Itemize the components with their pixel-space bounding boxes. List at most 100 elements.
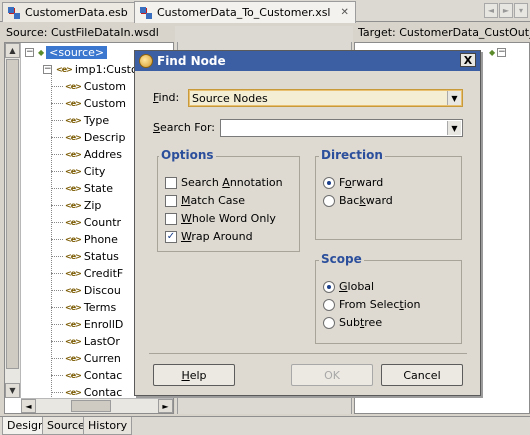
element-icon: <e> [65, 150, 82, 159]
tree-item[interactable]: <e> Custom [51, 95, 126, 112]
tree-item-label: Discou [83, 284, 121, 297]
radio-label: From Selection [339, 298, 421, 311]
tree-child-row[interactable]: − <e> imp1:Custo [43, 61, 138, 78]
collapse-icon[interactable]: − [497, 48, 507, 57]
radio-icon[interactable] [323, 176, 335, 189]
scroll-tabs-left-icon[interactable]: ◄ [484, 3, 498, 18]
tree-item[interactable]: <e> Discou [51, 282, 121, 299]
chevron-down-icon[interactable]: ▼ [447, 121, 461, 135]
scroll-thumb[interactable] [6, 59, 19, 369]
scope-subtree-radio[interactable]: Subtree [323, 316, 382, 329]
tree-item[interactable]: <e> Terms [51, 299, 116, 316]
tree-item[interactable]: <e> Zip [51, 197, 101, 214]
radio-icon[interactable] [323, 280, 335, 293]
checkbox-icon[interactable] [165, 194, 177, 207]
find-label: Find: [153, 91, 180, 104]
target-root-row[interactable]: ◆ − [489, 44, 510, 61]
tree-item-label: EnrollD [83, 318, 124, 331]
scroll-tabs-right-icon[interactable]: ► [499, 3, 513, 18]
ok-button[interactable]: OK [291, 364, 373, 386]
tree-item[interactable]: <e> State [51, 180, 113, 197]
checkbox-icon[interactable] [165, 212, 177, 225]
tree-item[interactable]: <e> Status [51, 248, 119, 265]
radio-label: Backward [339, 194, 393, 207]
option-whole-word-only-checkbox[interactable]: Whole Word Only [165, 212, 276, 225]
tree-item[interactable]: <e> Type [51, 112, 109, 129]
tree-branch-line [51, 273, 63, 274]
tree-item[interactable]: <e> Countr [51, 214, 121, 231]
element-icon: <e> [65, 354, 82, 363]
help-button[interactable]: Help [153, 364, 235, 386]
tab-customerdata-to-customer-xsl[interactable]: CustomerData_To_Customer.xsl ✕ [134, 1, 356, 23]
scroll-down-icon[interactable]: ▼ [5, 383, 20, 398]
find-app-icon [139, 54, 153, 68]
checkbox-icon[interactable] [165, 176, 177, 189]
search-for-input[interactable]: ▼ [220, 119, 463, 137]
tree-item-label: Descrip [83, 131, 126, 144]
scroll-thumb[interactable] [71, 400, 111, 412]
tree-item-label: Zip [83, 199, 102, 212]
tab-history[interactable]: History [83, 417, 133, 435]
checkbox-icon[interactable]: ✓ [165, 230, 177, 243]
tab-close-icon[interactable]: ✕ [341, 7, 349, 18]
tree-branch-line [51, 239, 63, 240]
direction-backward-radio[interactable]: Backward [323, 194, 393, 207]
tree-branch-line [51, 171, 63, 172]
direction-forward-radio[interactable]: Forward [323, 176, 383, 189]
option-wrap-around-checkbox[interactable]: ✓ Wrap Around [165, 230, 253, 243]
tree-item[interactable]: <e> LastOr [51, 333, 120, 350]
scope-global-radio[interactable]: Global [323, 280, 374, 293]
chevron-down-icon[interactable]: ▼ [447, 91, 461, 105]
tree-branch-line [51, 154, 63, 155]
tree-item-label: Custom [83, 80, 126, 93]
element-icon: <e> [65, 82, 82, 91]
source-horizontal-scrollbar[interactable]: ◄ ► [21, 398, 173, 413]
scroll-up-icon[interactable]: ▲ [5, 43, 20, 58]
tree-item[interactable]: <e> CreditF [51, 265, 123, 282]
tree-item-label: City [83, 165, 106, 178]
tree-item-label: Countr [83, 216, 122, 229]
radio-icon[interactable] [323, 194, 335, 207]
tree-item[interactable]: <e> EnrollD [51, 316, 123, 333]
tree-item[interactable]: <e> Contac [51, 367, 122, 384]
tab-customerdata-esb[interactable]: CustomerData.esb [2, 2, 135, 22]
tree-item[interactable]: <e> Custom [51, 78, 126, 95]
tree-item[interactable]: <e> Descrip [51, 129, 125, 146]
option-search-annotation-checkbox[interactable]: Search Annotation [165, 176, 283, 189]
radio-icon[interactable] [323, 298, 335, 311]
tree-branch-line [51, 205, 63, 206]
element-icon: <e> [65, 218, 82, 227]
radio-icon[interactable] [323, 316, 335, 329]
source-header: Source: CustFileDataIn.wsdl [6, 26, 159, 39]
scope-from-selection-radio[interactable]: From Selection [323, 298, 420, 311]
tree-item[interactable]: <e> Curren [51, 350, 121, 367]
tree-item[interactable]: <e> Phone [51, 231, 118, 248]
element-icon: <e> [65, 269, 82, 278]
tree-child-label[interactable]: imp1:Custo [75, 63, 138, 76]
dialog-titlebar[interactable]: Find Node X [135, 51, 480, 71]
element-icon: <e> [65, 184, 82, 193]
tree-item-label: State [83, 182, 113, 195]
find-select[interactable]: Source Nodes ▼ [188, 89, 463, 107]
tree-root-label[interactable]: <source> [46, 46, 108, 59]
tree-branch-line [51, 256, 63, 257]
element-icon: <e> [65, 201, 82, 210]
source-vertical-scrollbar[interactable]: ▲ ▼ [5, 43, 21, 398]
button-separator [149, 353, 467, 354]
tree-branch-line [51, 324, 63, 325]
close-icon[interactable]: X [460, 53, 476, 67]
scroll-right-icon[interactable]: ► [158, 399, 173, 413]
element-icon: <e> [65, 116, 82, 125]
tab-list-dropdown-icon[interactable]: ▾ [514, 3, 528, 18]
tree-item-label: Status [83, 250, 119, 263]
esb-file-icon [7, 6, 21, 20]
cancel-button[interactable]: Cancel [381, 364, 463, 386]
scroll-left-icon[interactable]: ◄ [21, 399, 36, 413]
tree-root-row[interactable]: − ◆ <source> [25, 44, 108, 61]
tree-item[interactable]: <e> Addres [51, 146, 122, 163]
option-match-case-checkbox[interactable]: Match Case [165, 194, 245, 207]
collapse-icon[interactable]: − [25, 48, 34, 57]
tree-item[interactable]: <e> City [51, 163, 105, 180]
tree-item-label: Curren [83, 352, 121, 365]
scope-title: Scope [319, 252, 364, 266]
